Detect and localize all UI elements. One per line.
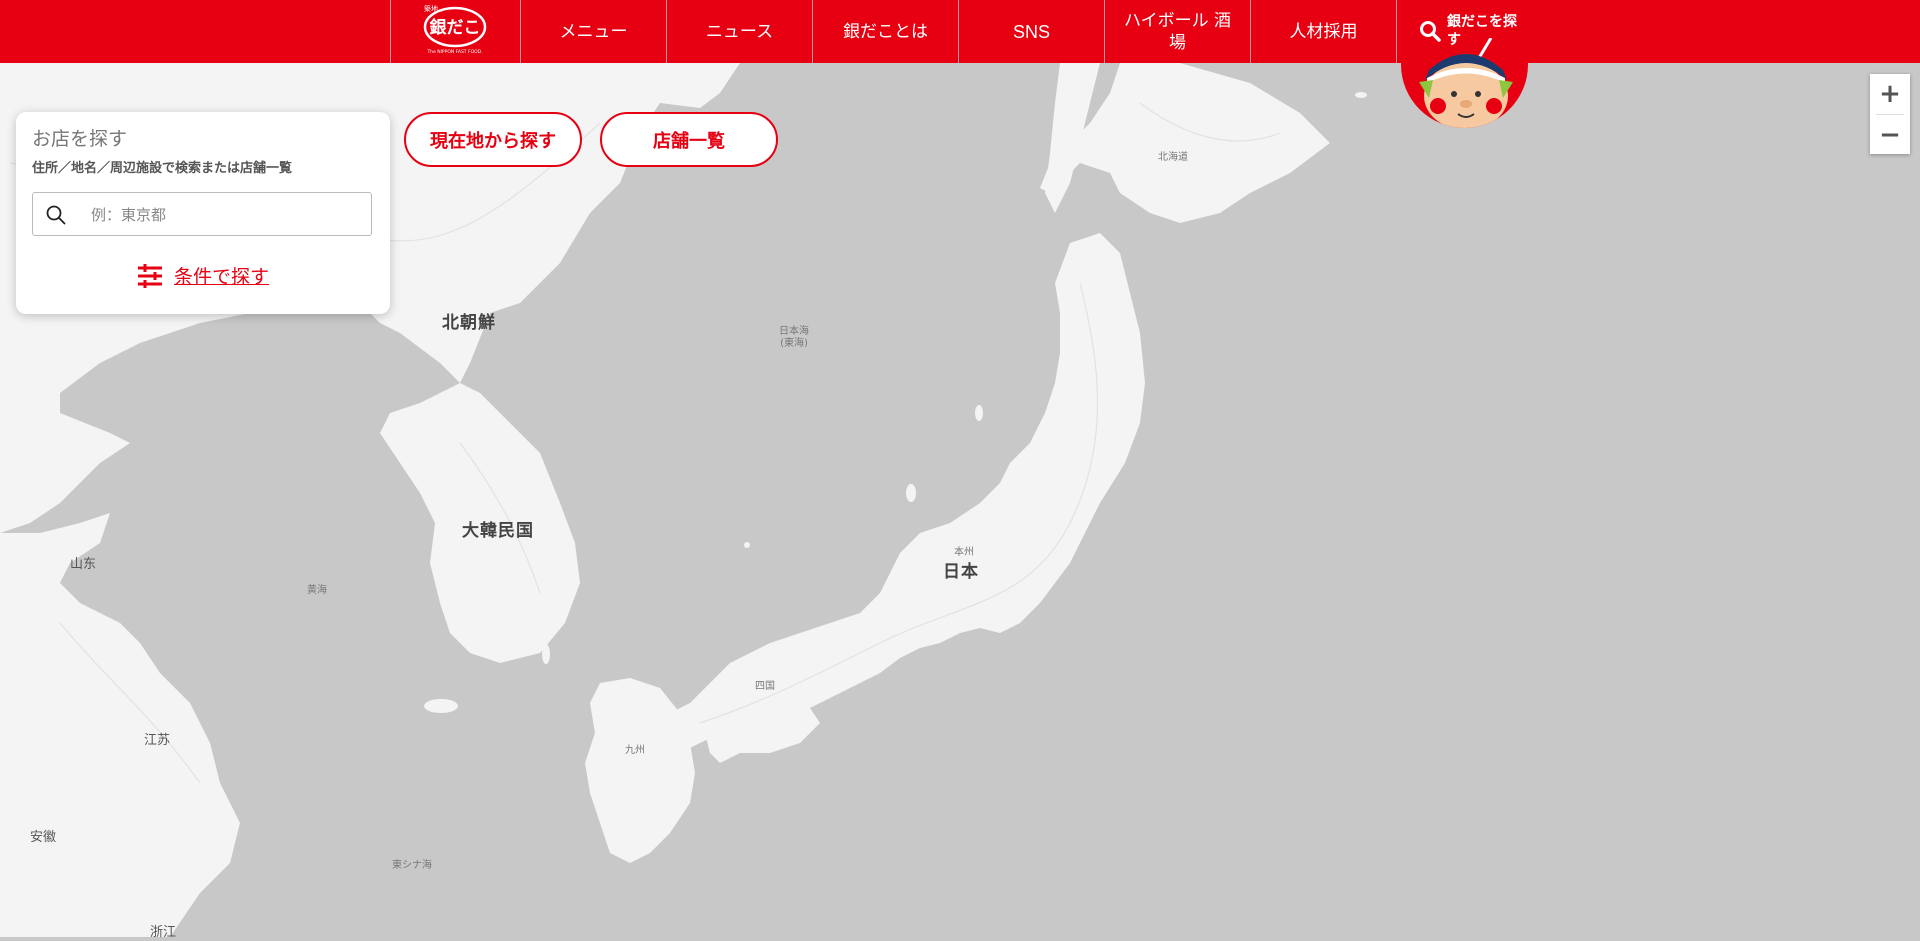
map-label-honshu: 本州 <box>954 547 974 558</box>
svg-text:築地: 築地 <box>424 4 438 13</box>
map-label-hokkaido: 北海道 <box>1158 152 1188 163</box>
find-store-button[interactable]: 銀だこを探す <box>1401 0 1528 128</box>
zoom-in-button[interactable]: + <box>1870 74 1910 114</box>
map-label-south-korea: 大韓民国 <box>462 521 534 541</box>
map-label-zhejiang: 浙江 <box>150 925 177 940</box>
search-input[interactable] <box>77 199 378 231</box>
nav-item-highball[interactable]: ハイボール 酒場 <box>1105 0 1251 63</box>
map-label-sea-of-japan: 日本海 (東海) <box>779 326 809 349</box>
map-label-anhui: 安徽 <box>30 830 57 845</box>
map-label-yellow-sea: 黄海 <box>307 585 327 596</box>
condition-search-label: 条件で探す <box>174 266 270 288</box>
nav-item-recruit[interactable]: 人材採用 <box>1251 0 1397 63</box>
search-icon <box>46 205 66 225</box>
gindaco-logo[interactable]: 銀だこ 築地 The NIPPON FAST FOOD. <box>390 0 521 63</box>
filter-sliders-icon <box>137 263 162 288</box>
map-label-kyushu: 九州 <box>625 745 645 756</box>
main-nav: 銀だこ 築地 The NIPPON FAST FOOD. メニュー ニュース 銀… <box>390 0 1397 63</box>
nav-item-menu[interactable]: メニュー <box>521 0 667 63</box>
map-label-north-korea: 北朝鮮 <box>442 313 496 333</box>
svg-text:The NIPPON FAST FOOD.: The NIPPON FAST FOOD. <box>426 49 482 55</box>
zoom-out-button[interactable]: − <box>1870 115 1910 155</box>
logo-mark: 銀だこ 築地 The NIPPON FAST FOOD. <box>423 4 487 55</box>
nav-item-about[interactable]: 銀だことは <box>813 0 959 63</box>
search-box <box>32 192 378 236</box>
panel-title: お店を探す <box>32 128 128 150</box>
mascot-icon <box>1419 38 1513 128</box>
store-search-panel: お店を探す 住所／地名／周辺施設で検索または店舗一覧 条件で探す <box>16 112 390 314</box>
store-list-button[interactable]: 店舗一覧 <box>600 112 778 167</box>
condition-search-link[interactable]: 条件で探す <box>16 262 390 289</box>
svg-text:銀だこ: 銀だこ <box>430 17 481 38</box>
current-location-button[interactable]: 現在地から探す <box>404 112 582 167</box>
panel-subtitle: 住所／地名／周辺施設で検索または店舗一覧 <box>32 161 293 176</box>
nav-item-sns[interactable]: SNS <box>959 0 1105 63</box>
zoom-control: + − <box>1870 74 1910 154</box>
map-label-japan: 日本 <box>943 562 979 582</box>
top-nav-bar: 銀だこ 築地 The NIPPON FAST FOOD. メニュー ニュース 銀… <box>0 0 1920 63</box>
map-label-east-china-sea: 東シナ海 <box>392 860 432 871</box>
map-label-shikoku: 四国 <box>755 681 775 692</box>
map-label-jiangsu: 江苏 <box>144 733 171 748</box>
map-label-shandong: 山东 <box>70 557 97 572</box>
nav-item-news[interactable]: ニュース <box>667 0 813 63</box>
